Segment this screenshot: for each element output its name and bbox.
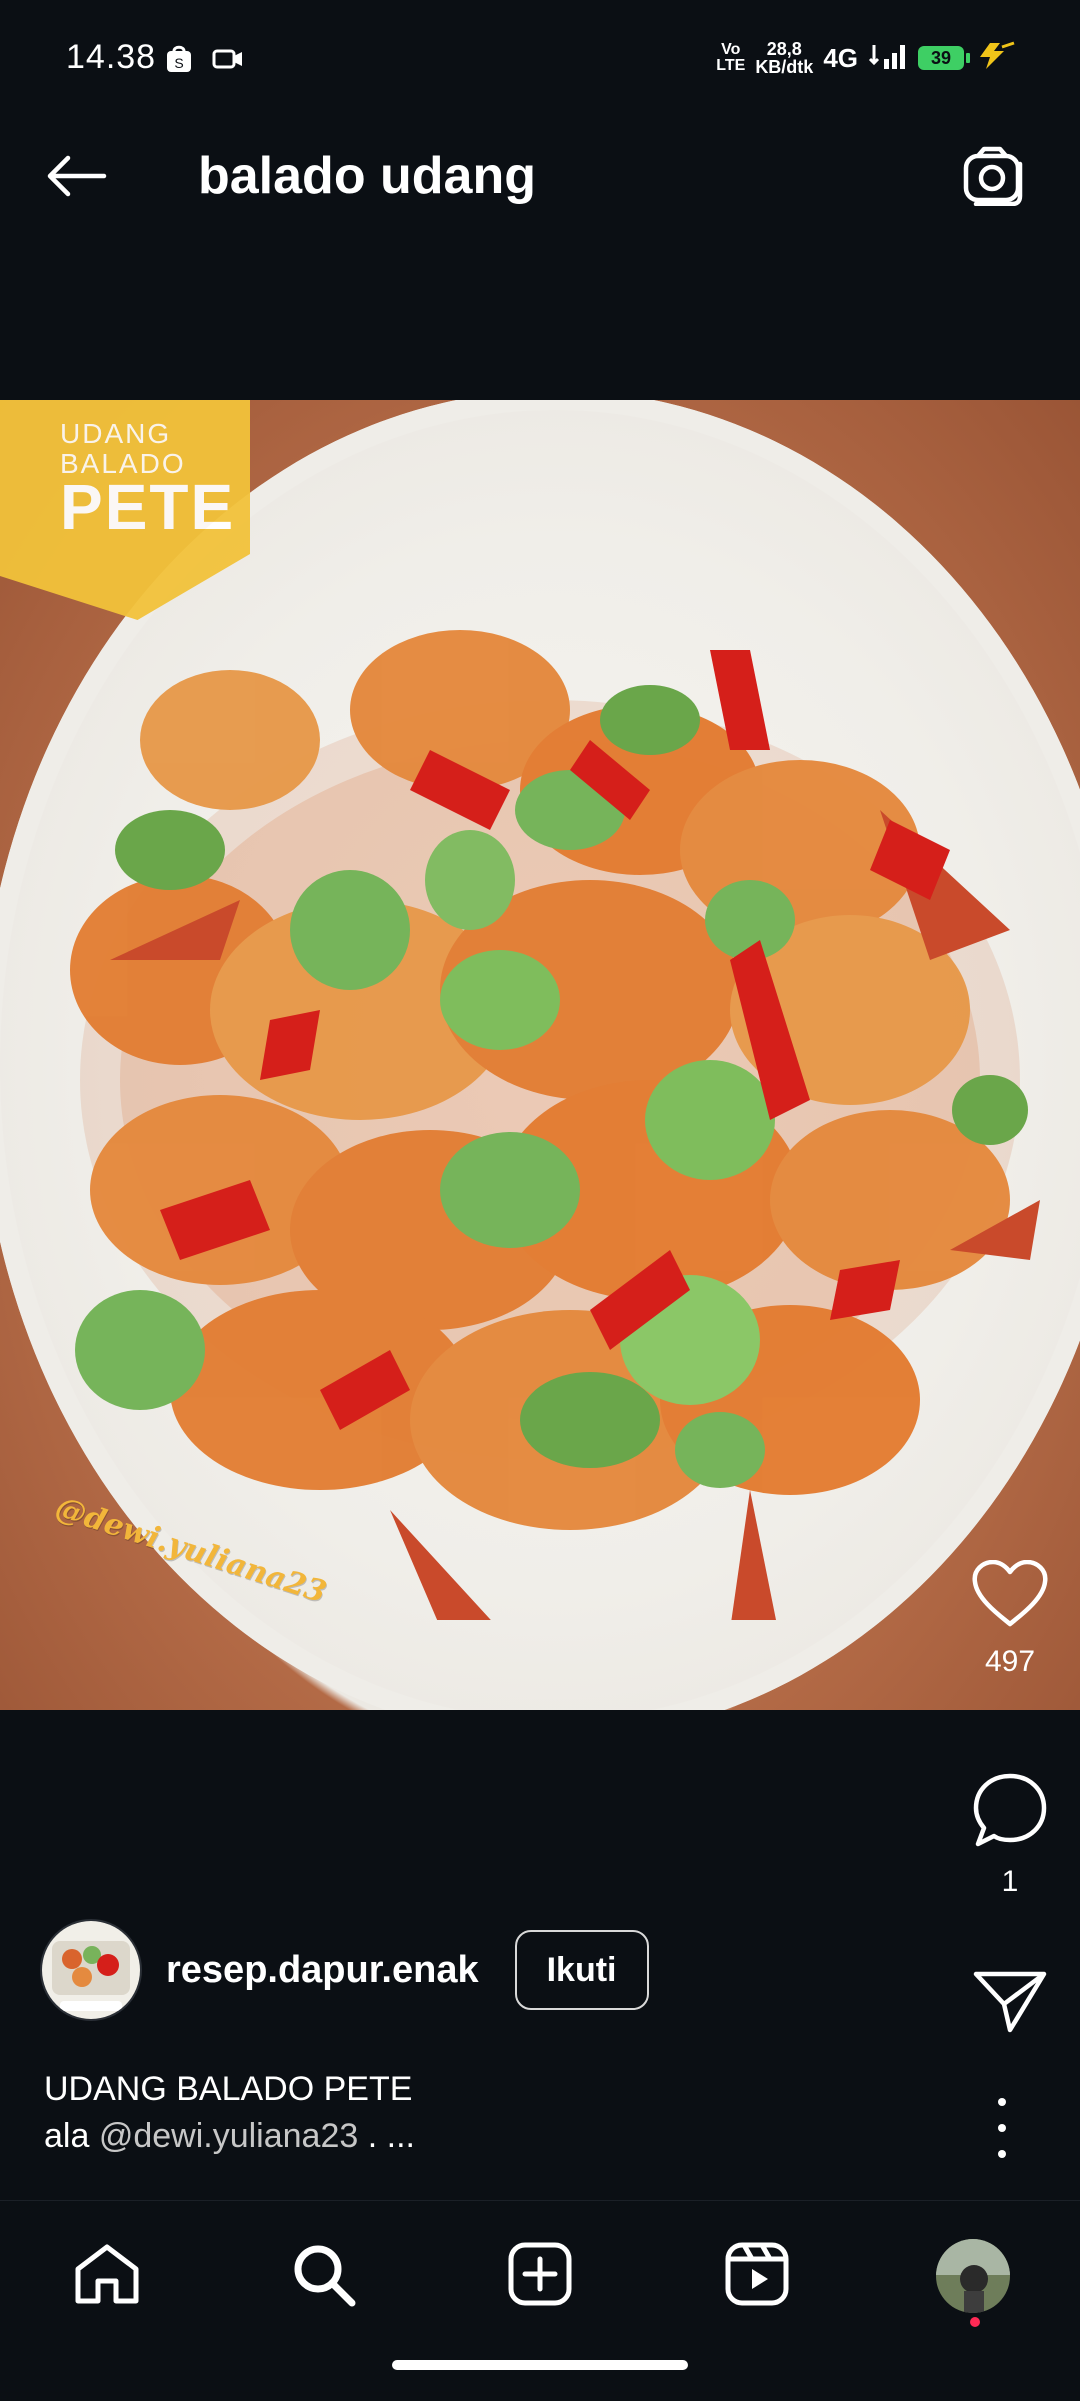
- like-action: 497: [940, 1559, 1080, 1679]
- volte-top: Vo: [721, 41, 741, 58]
- network-type: 4G: [823, 42, 858, 73]
- more-options-button[interactable]: [982, 2098, 1022, 2158]
- comment-count: 1: [1001, 1865, 1019, 1898]
- badge-line-3: PETE: [60, 471, 236, 543]
- badge-line-1: UDANG: [60, 418, 172, 449]
- network-speed-value: 28,8: [766, 39, 802, 59]
- status-bar: 14.38 S Vo LTE 28,8 KB/dtk 4G 39: [0, 0, 1080, 92]
- author-row: resep.dapur.enak Ikuti: [40, 1919, 649, 2021]
- add-post-icon: [505, 2239, 575, 2314]
- share-button[interactable]: [972, 1968, 1048, 2039]
- like-button[interactable]: [971, 1559, 1049, 1633]
- home-icon: [72, 2241, 142, 2312]
- more-dot-icon: [998, 2150, 1006, 2158]
- like-count: 497: [984, 1645, 1036, 1678]
- video-camera-icon: [212, 46, 244, 77]
- battery-indicator: 39: [918, 46, 970, 70]
- comment-button[interactable]: [972, 1772, 1048, 1853]
- signal-icon: [868, 41, 908, 76]
- post-caption[interactable]: UDANG BALADO PETE ala @dewi.yuliana23 . …: [44, 2070, 415, 2156]
- camera-button[interactable]: [958, 142, 1030, 214]
- page-title: balado udang: [198, 147, 536, 205]
- camera-icon: [962, 146, 1026, 211]
- caption-suffix: . ...: [358, 2117, 415, 2155]
- share-action: [940, 1968, 1080, 2039]
- back-arrow-icon: [44, 154, 108, 203]
- notification-dot: [970, 2317, 980, 2327]
- nav-home[interactable]: [62, 2231, 152, 2321]
- caption-title: UDANG BALADO PETE: [44, 2070, 413, 2108]
- svg-text:S: S: [174, 55, 183, 71]
- reels-icon: [722, 2239, 792, 2314]
- comment-icon: [972, 1773, 1048, 1852]
- shopping-bag-icon: S: [164, 44, 194, 79]
- caption-line-2: ala @dewi.yuliana23 . ...: [44, 2117, 415, 2156]
- caption-prefix: ala: [44, 2117, 99, 2155]
- network-speed-unit: KB/dtk: [755, 57, 814, 77]
- nav-search[interactable]: [278, 2231, 368, 2321]
- caption-mention[interactable]: @dewi.yuliana23: [99, 2117, 358, 2155]
- volte-indicator: Vo LTE: [716, 42, 745, 74]
- author-username[interactable]: resep.dapur.enak: [166, 1949, 479, 1992]
- author-avatar[interactable]: [40, 1919, 142, 2021]
- post-image[interactable]: UDANG BALADO PETE @dewi.yuliana23: [0, 400, 1080, 1710]
- food-illustration: [70, 630, 1040, 1620]
- nav-create[interactable]: [495, 2231, 585, 2321]
- volte-bottom: LTE: [716, 57, 746, 74]
- header: balado udang: [0, 92, 1080, 400]
- network-speed: 28,8 KB/dtk: [755, 40, 813, 76]
- home-indicator[interactable]: [392, 2360, 688, 2370]
- more-dot-icon: [998, 2098, 1006, 2106]
- nav-profile[interactable]: [928, 2231, 1018, 2327]
- status-right: Vo LTE 28,8 KB/dtk 4G 39: [716, 40, 1016, 76]
- nav-reels[interactable]: [712, 2231, 802, 2321]
- heart-icon: [971, 1559, 1049, 1632]
- charging-icon: [974, 41, 1016, 76]
- status-time: 14.38: [66, 38, 157, 76]
- back-button[interactable]: [40, 142, 112, 214]
- send-icon: [972, 1971, 1048, 2038]
- search-icon: [288, 2239, 358, 2314]
- more-dot-icon: [998, 2124, 1006, 2132]
- bottom-navigation: [0, 2200, 1080, 2401]
- comment-action: 1: [940, 1772, 1080, 1899]
- status-left-icons: S: [164, 44, 244, 79]
- follow-button[interactable]: Ikuti: [514, 1930, 649, 2010]
- profile-avatar: [936, 2239, 1010, 2313]
